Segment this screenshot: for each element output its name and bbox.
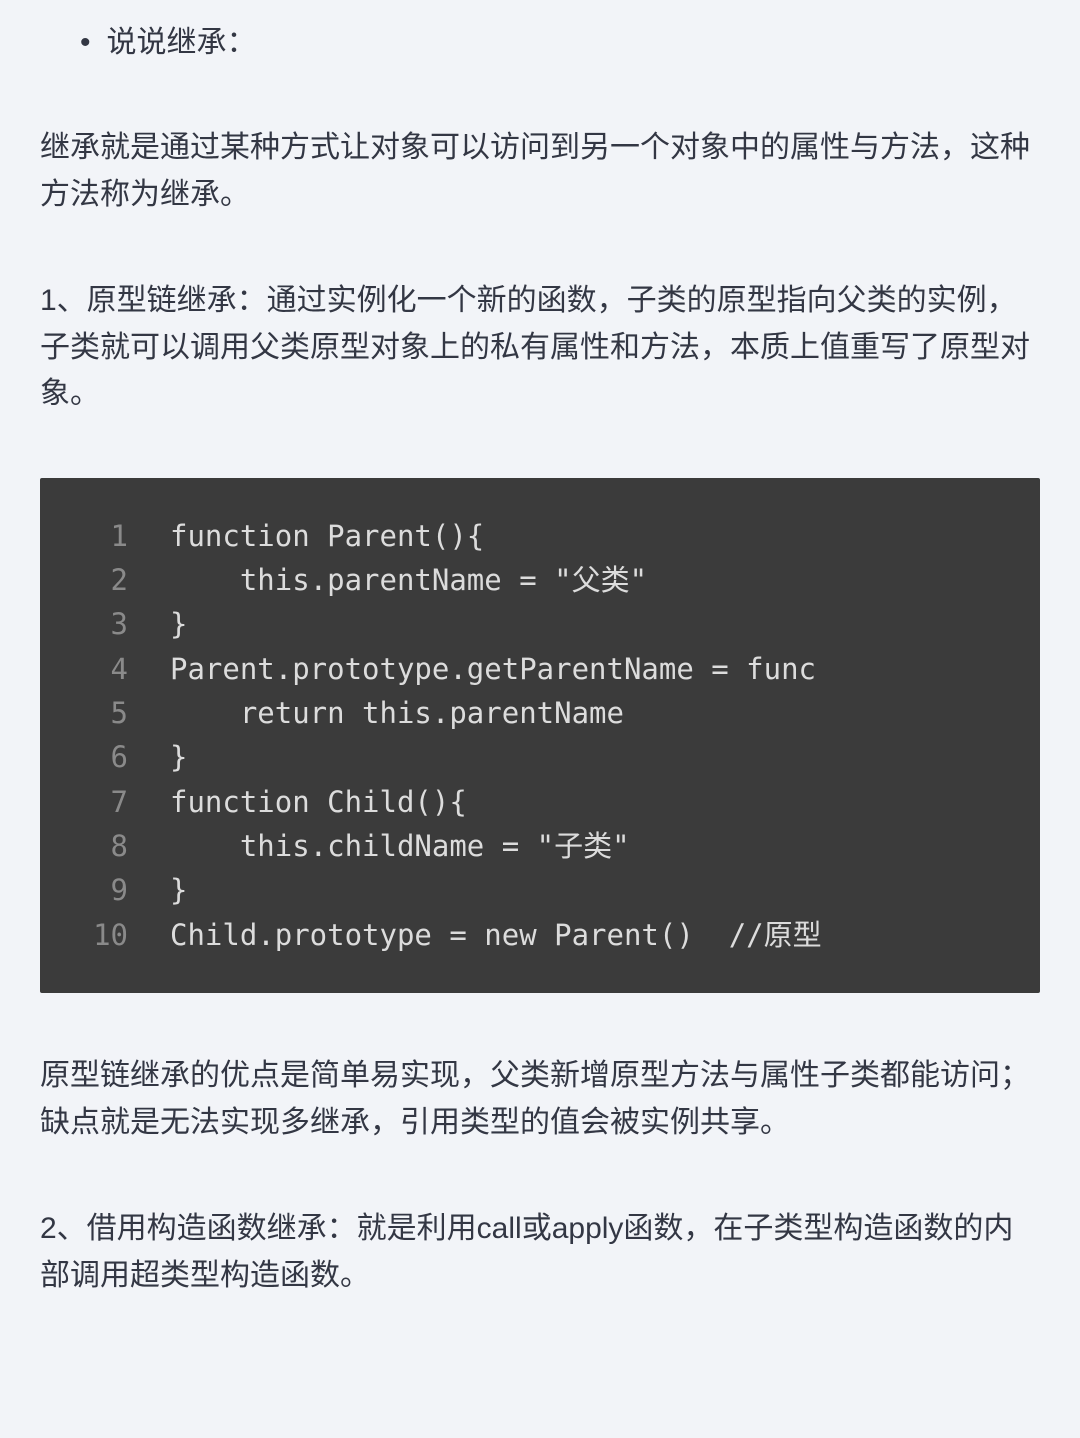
line-number: 4 [40,647,170,691]
line-number: 8 [40,824,170,868]
code-line: 5 return this.parentName [40,691,1040,735]
line-number: 3 [40,602,170,646]
code-line: 4 Parent.prototype.getParentName = func [40,647,1040,691]
line-number: 5 [40,691,170,735]
code-line: 7 function Child(){ [40,780,1040,824]
code-content: function Child(){ [170,780,1040,824]
bullet-dot-icon: • [80,20,91,65]
bullet-section: • 说说继承： [80,20,1040,65]
bullet-item: • 说说继承： [80,20,1040,65]
code-block: 1 function Parent(){ 2 this.parentName =… [40,478,1040,994]
code-content: } [170,735,1040,779]
line-number: 6 [40,735,170,779]
line-number: 10 [40,913,170,957]
line-number: 2 [40,558,170,602]
code-line: 8 this.childName = "子类" [40,824,1040,868]
line-number: 7 [40,780,170,824]
code-content: return this.parentName [170,691,1040,735]
code-content: } [170,868,1040,912]
line-number: 1 [40,514,170,558]
code-content: } [170,602,1040,646]
code-line: 3 } [40,602,1040,646]
code-line: 9 } [40,868,1040,912]
code-line: 10 Child.prototype = new Parent() //原型 [40,913,1040,957]
code-line: 6 } [40,735,1040,779]
code-line: 1 function Parent(){ [40,514,1040,558]
paragraph-pros-cons: 原型链继承的优点是简单易实现，父类新增原型方法与属性子类都能访问；缺点就是无法实… [40,1053,1040,1146]
code-content: this.childName = "子类" [170,824,1040,868]
code-content: Child.prototype = new Parent() //原型 [170,913,1040,957]
code-content: Parent.prototype.getParentName = func [170,647,1040,691]
line-number: 9 [40,868,170,912]
paragraph-intro: 继承就是通过某种方式让对象可以访问到另一个对象中的属性与方法，这种方法称为继承。 [40,125,1040,218]
code-content: this.parentName = "父类" [170,558,1040,602]
paragraph-method1: 1、原型链继承：通过实例化一个新的函数，子类的原型指向父类的实例，子类就可以调用… [40,278,1040,418]
bullet-text: 说说继承： [107,20,257,65]
code-line: 2 this.parentName = "父类" [40,558,1040,602]
code-content: function Parent(){ [170,514,1040,558]
paragraph-method2: 2、借用构造函数继承：就是利用call或apply函数，在子类型构造函数的内部调… [40,1206,1040,1299]
